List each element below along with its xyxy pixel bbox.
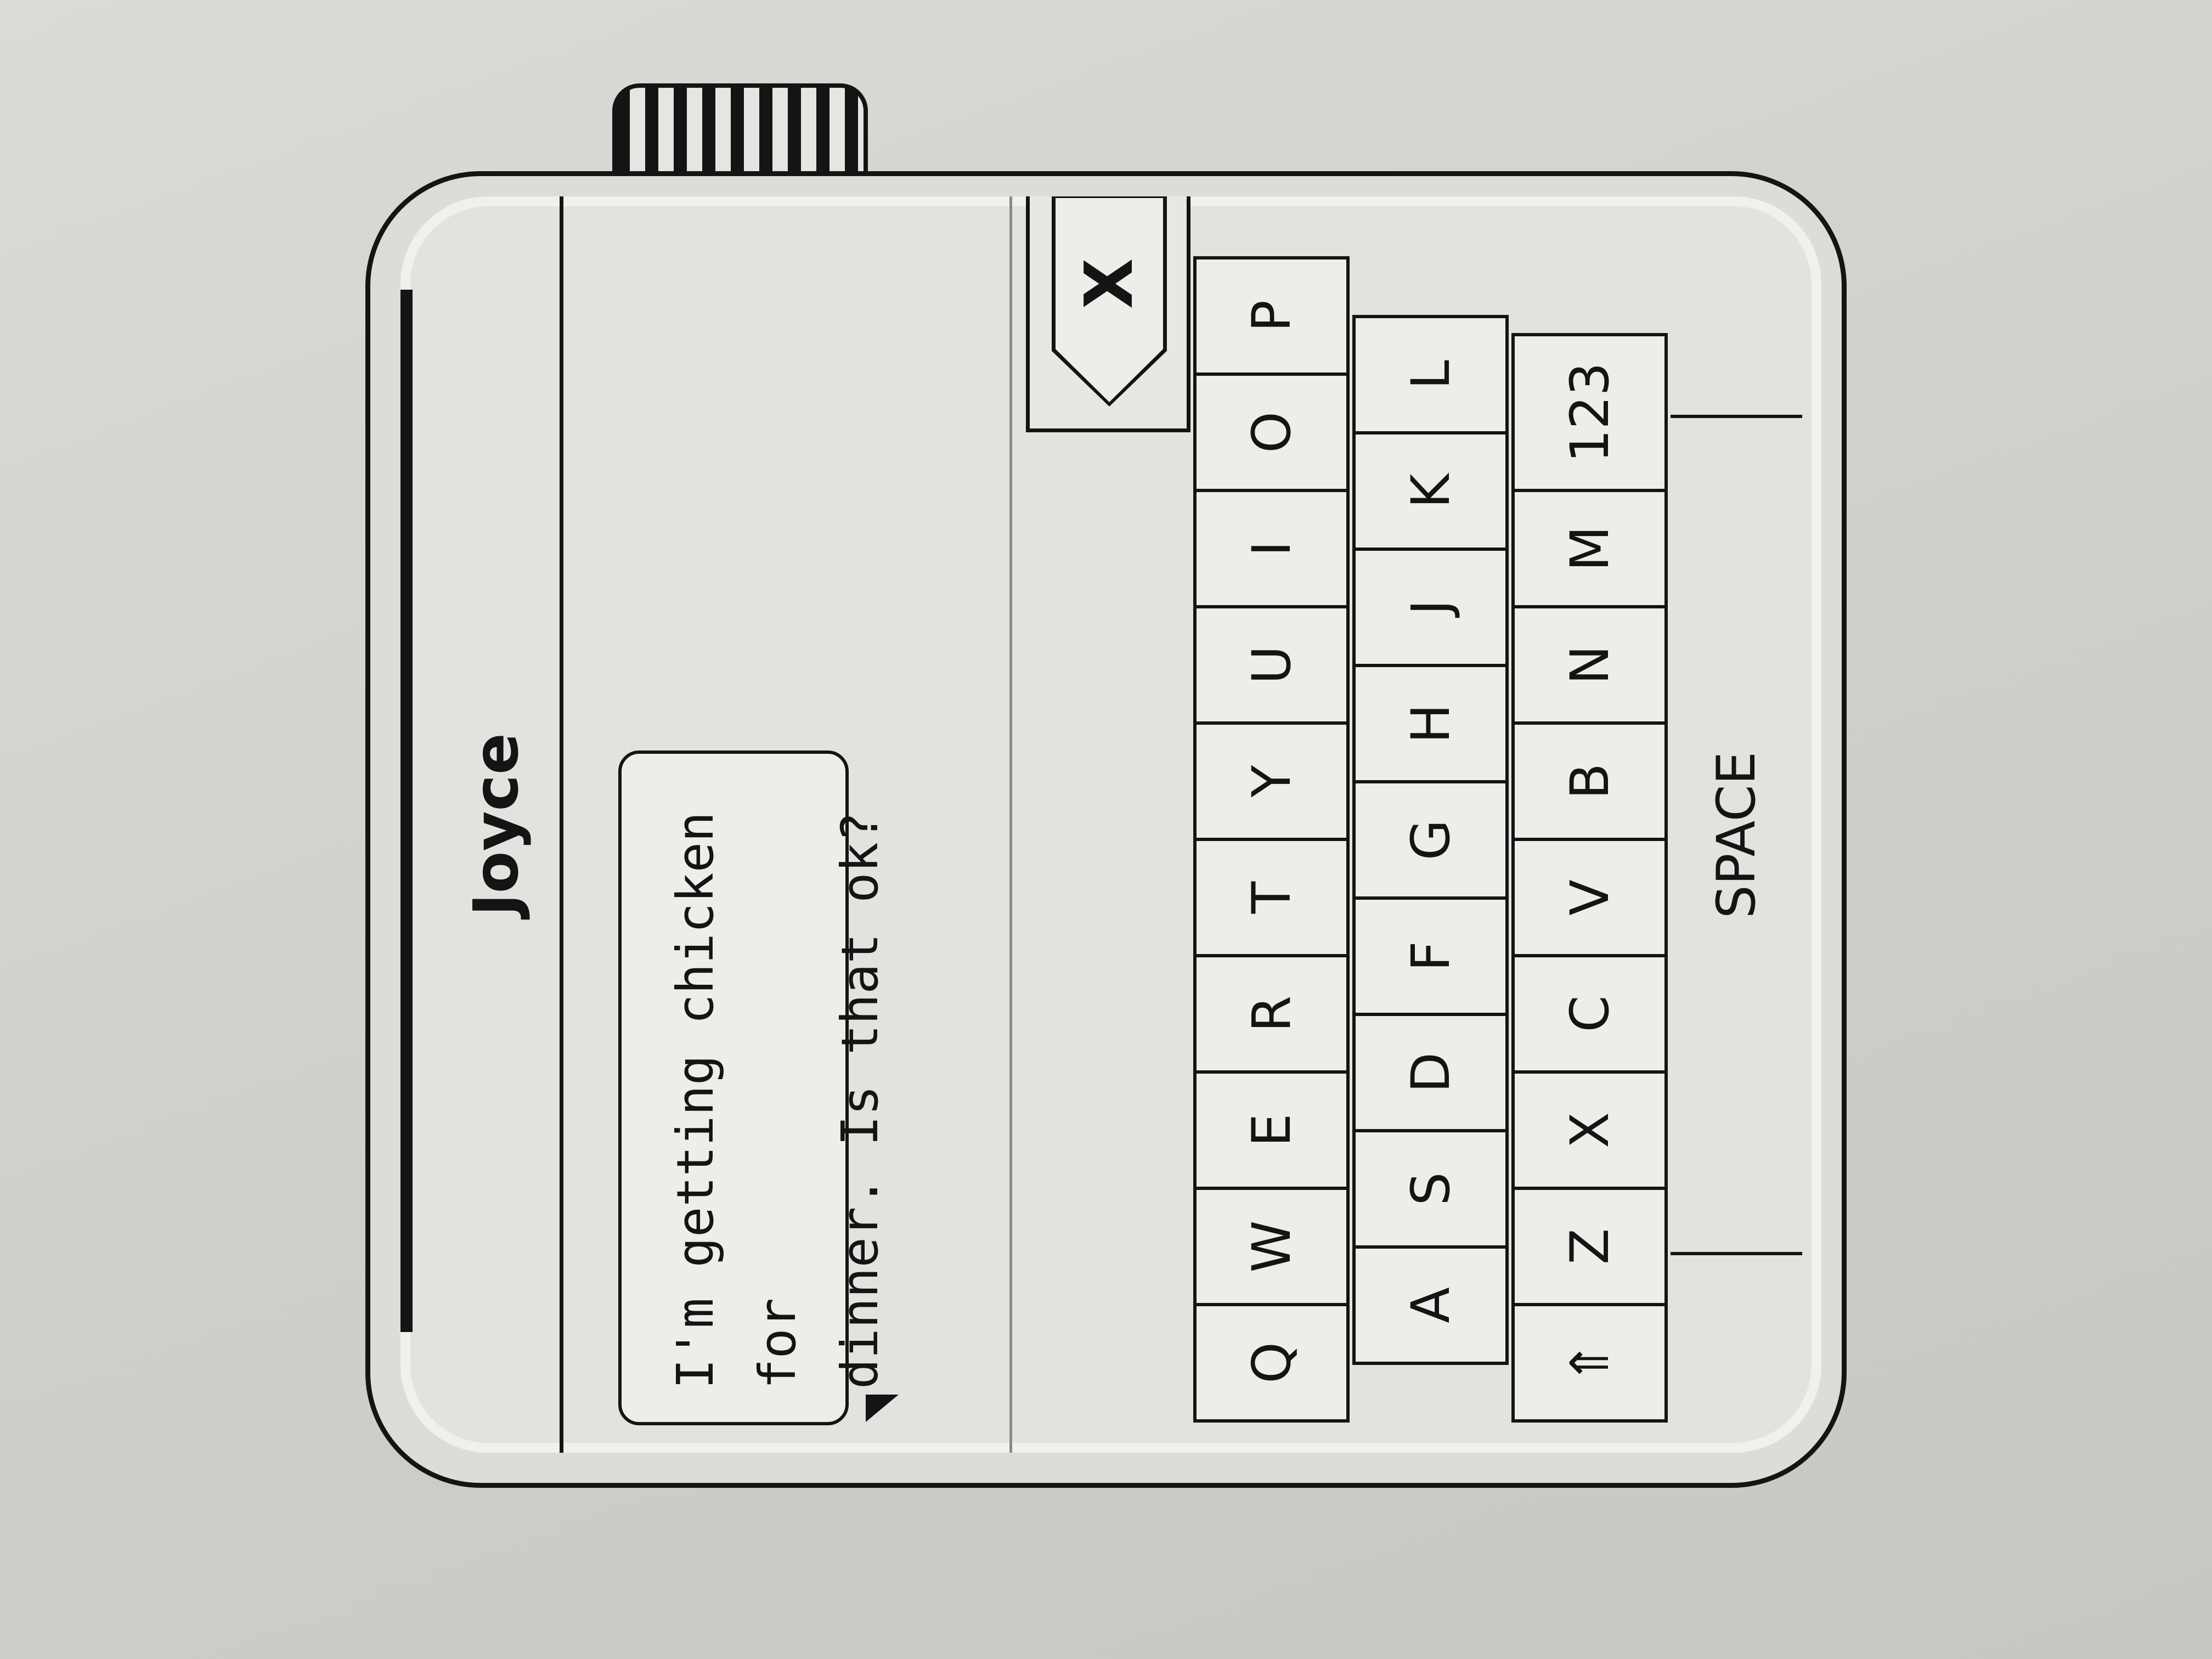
message-list: I'm getting chicken for dinner. Is that …	[563, 196, 1002, 1453]
key-u[interactable]: U	[1193, 605, 1350, 725]
message-bubble: I'm getting chicken for dinner. Is that …	[618, 751, 899, 1425]
contact-name: Joyce	[461, 733, 532, 916]
numbers-key[interactable]: 123	[1511, 333, 1668, 492]
key-f[interactable]: F	[1352, 896, 1509, 1016]
watch-crown[interactable]	[612, 83, 868, 178]
key-q[interactable]: Q	[1193, 1303, 1350, 1423]
key-o[interactable]: O	[1193, 373, 1350, 492]
delete-key-frame: X	[1026, 196, 1190, 432]
backspace-button[interactable]: X	[1056, 198, 1163, 402]
keyboard-row-3: ⇑ Z X C V B N M 123	[1511, 333, 1668, 1423]
keyboard-row-1: Q W E R T Y U I O P	[1193, 256, 1350, 1423]
key-c[interactable]: C	[1511, 954, 1668, 1074]
message-line-1: I'm getting chicken for	[666, 811, 807, 1389]
shift-key[interactable]: ⇑	[1511, 1303, 1668, 1423]
key-l[interactable]: L	[1352, 315, 1509, 435]
key-z[interactable]: Z	[1511, 1187, 1668, 1306]
key-i[interactable]: I	[1193, 489, 1350, 608]
keyboard: X Q W E R T Y U I O P A S D F G H J K L …	[1009, 196, 1821, 1453]
key-x[interactable]: X	[1511, 1070, 1668, 1190]
key-r[interactable]: R	[1193, 954, 1350, 1074]
key-j[interactable]: J	[1352, 548, 1509, 667]
watch-screen: Joyce I'm getting chicken for dinner. Is…	[400, 196, 1821, 1453]
key-b[interactable]: B	[1511, 721, 1668, 841]
bubble-tail	[866, 1395, 899, 1422]
key-v[interactable]: V	[1511, 838, 1668, 957]
key-n[interactable]: N	[1511, 605, 1668, 725]
key-g[interactable]: G	[1352, 780, 1509, 900]
status-bar	[400, 290, 413, 1332]
key-d[interactable]: D	[1352, 1013, 1509, 1132]
key-y[interactable]: Y	[1193, 721, 1350, 841]
keyboard-row-2: A S D F G H J K L	[1352, 315, 1509, 1365]
key-t[interactable]: T	[1193, 838, 1350, 957]
key-w[interactable]: W	[1193, 1187, 1350, 1306]
key-m[interactable]: M	[1511, 489, 1668, 608]
key-k[interactable]: K	[1352, 431, 1509, 551]
message-line-2: dinner. Is that ok?	[831, 811, 889, 1389]
key-s[interactable]: S	[1352, 1129, 1509, 1249]
key-p[interactable]: P	[1193, 256, 1350, 376]
delete-x-label: X	[1071, 258, 1148, 309]
smartwatch-sketch: Joyce I'm getting chicken for dinner. Is…	[365, 83, 1847, 1488]
key-h[interactable]: H	[1352, 664, 1509, 783]
key-a[interactable]: A	[1352, 1245, 1509, 1365]
chat-header: Joyce	[400, 196, 563, 1453]
space-key[interactable]: SPACE	[1671, 415, 1802, 1255]
watch-body: Joyce I'm getting chicken for dinner. Is…	[365, 171, 1847, 1488]
key-e[interactable]: E	[1193, 1070, 1350, 1190]
